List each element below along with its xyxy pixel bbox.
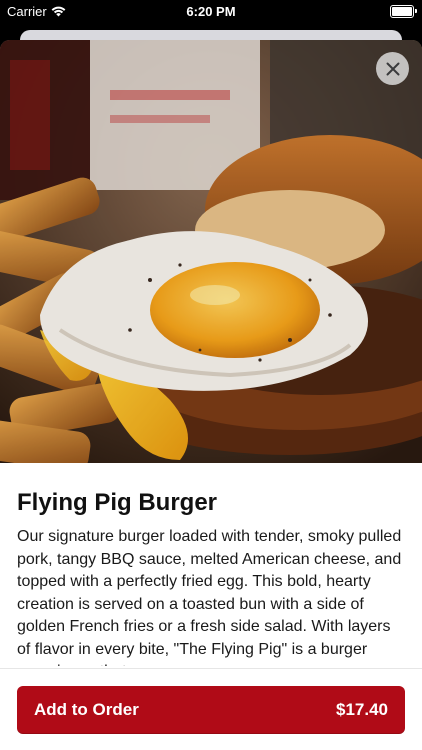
status-right (390, 5, 417, 18)
bottom-action-bar: Add to Order $17.40 (0, 668, 422, 750)
close-icon (386, 62, 399, 75)
add-to-order-button[interactable]: Add to Order $17.40 (17, 686, 405, 734)
item-description: Our signature burger loaded with tender,… (17, 528, 402, 666)
status-bar: Carrier 6:20 PM (0, 0, 422, 22)
item-title: Flying Pig Burger (17, 489, 218, 516)
add-to-order-label: Add to Order (34, 700, 139, 719)
item-detail-sheet: Flying Pig Burger Our signature burger l… (0, 40, 422, 750)
app-screen: Carrier 6:20 PM Flying Pig Burger Our si… (0, 0, 422, 750)
status-time: 6:20 PM (186, 4, 236, 19)
close-button[interactable] (376, 52, 409, 85)
battery-icon (390, 5, 417, 18)
item-details: Flying Pig Burger Our signature burger l… (17, 488, 405, 666)
item-photo (0, 40, 422, 463)
order-price: $17.40 (336, 700, 388, 719)
burger-photo-illustration (0, 40, 422, 463)
